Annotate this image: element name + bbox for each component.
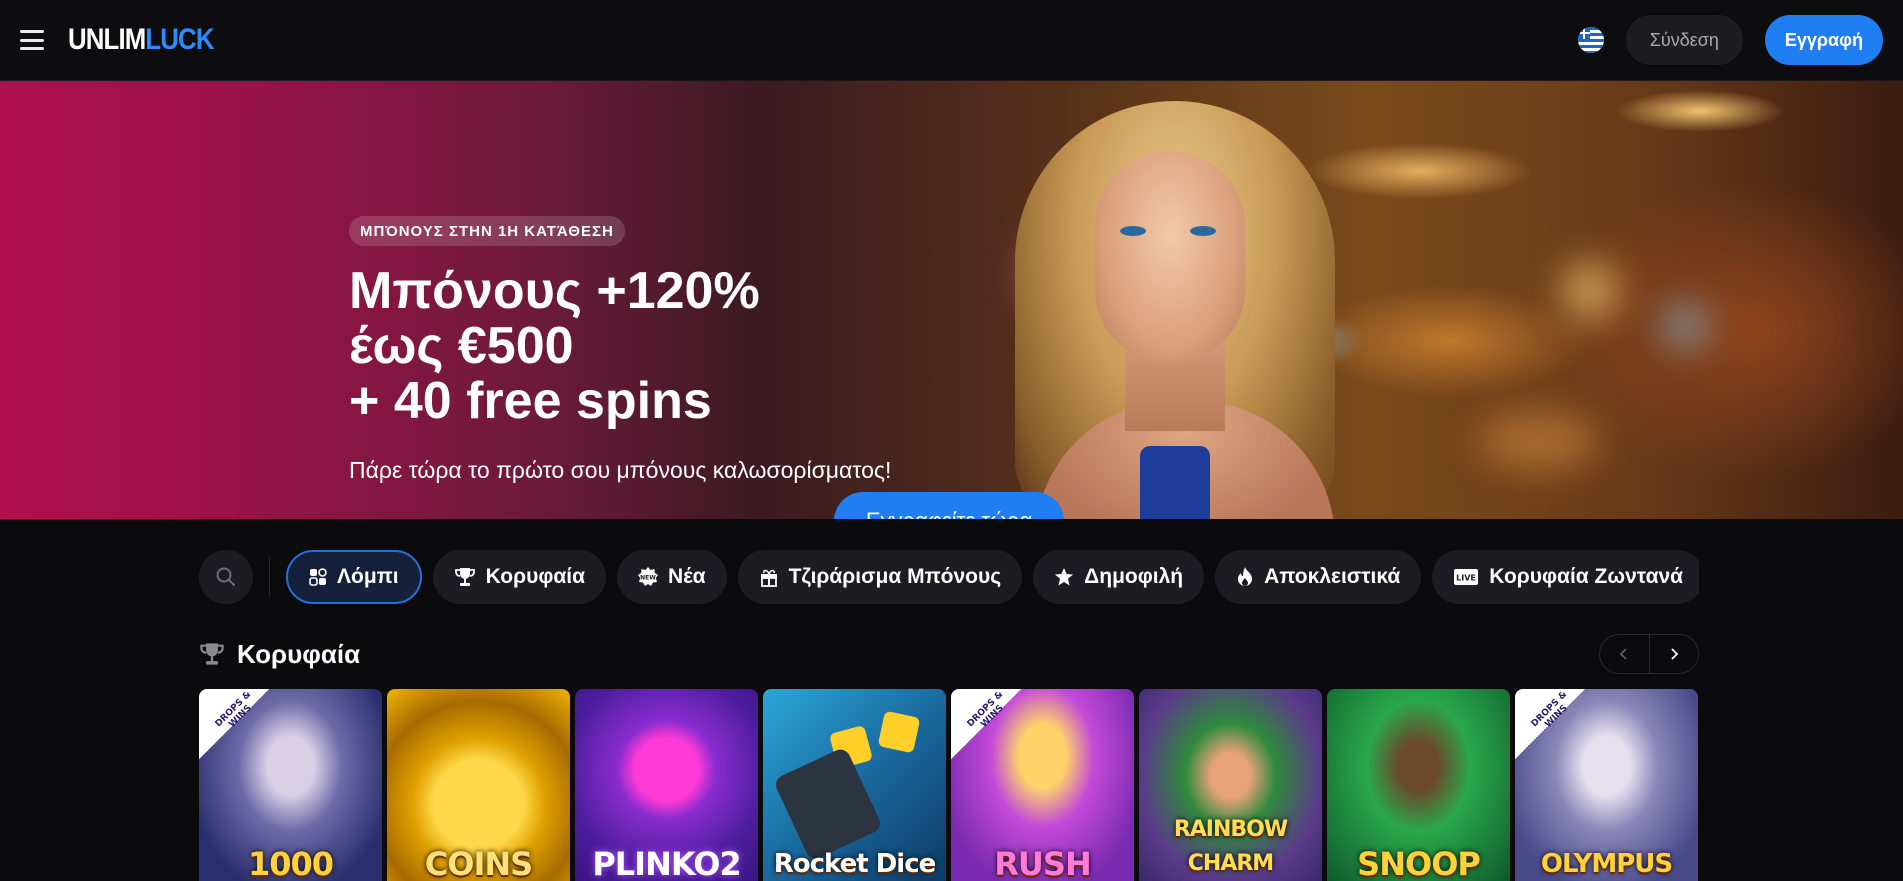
svg-text:NEW: NEW [640,575,656,582]
fire-icon [1236,566,1254,588]
star-icon [1054,567,1074,587]
divider [269,557,270,597]
section-title: Κορυφαία [237,638,361,669]
tab-label: Νέα [668,565,706,588]
search-icon [216,567,235,586]
tab-popular[interactable]: Δημοφιλή [1033,550,1205,604]
drops-wins-ribbon: DROPS & WINS [199,689,269,759]
tab-new[interactable]: NEW Νέα [617,550,727,604]
top-header: UNLIMLUCK Σύνδεση Εγγραφή [0,0,1903,81]
header-actions: Σύνδεση Εγγραφή [1577,15,1883,65]
tab-label: Κορυφαία [485,565,586,588]
svg-text:LIVE: LIVE [1456,574,1476,583]
trophy-icon [454,566,476,588]
games-row: DROPS & WINS 1000 COINS PLINKO2 Rocket D… [199,689,1703,881]
tab-label: Τζιράρισμα Μπόνους [788,565,1002,588]
hero-badge: ΜΠΌΝΟΥΣ ΣΤΗΝ 1Η ΚΑΤΆΘΕΣΗ [349,216,625,246]
hero-title: Μπόνους +120% έως €500 + 40 free spins [349,264,760,429]
tab-lobby[interactable]: Λόμπι [286,550,422,604]
new-badge-icon: NEW [638,567,659,587]
drops-wins-ribbon: DROPS & WINS [951,689,1021,759]
bokeh-light [1660,301,1710,351]
hero-title-line: έως €500 [349,317,574,375]
game-art-text: COINS [424,845,533,881]
category-bar: Λόμπι Κορυφαία NEW Νέα Τζιράρισμα Μπόνου… [199,549,1699,605]
gift-icon [759,567,779,587]
game-art-text: SNOOP [1357,845,1481,881]
live-icon: LIVE [1453,568,1479,586]
tab-top[interactable]: Κορυφαία [432,550,607,604]
game-tile[interactable]: RAINBOW CHARM [1139,689,1322,881]
carousel-prev-button[interactable] [1600,635,1649,673]
game-art-text: Rocket Dice [773,849,937,879]
lobby-icon [309,568,327,586]
tab-label: Αποκλειστικά [1264,565,1401,588]
register-now-button[interactable]: Εγγραφείτε τώρα [834,492,1064,519]
hero-title-line: Μπόνους +120% [349,262,760,320]
game-art-text: OLYMPUS [1540,849,1673,879]
game-art-text: RUSH [994,845,1091,881]
game-tile[interactable]: PLINKO2 [575,689,758,881]
game-art-text: PLINKO2 [592,845,741,881]
game-tile[interactable]: Rocket Dice [763,689,946,881]
carousel-next-button[interactable] [1648,635,1698,673]
chevron-left-icon [1620,648,1628,660]
section-header: Κορυφαία [199,636,360,672]
trophy-icon [200,643,224,665]
tab-label: Δημοφιλή [1084,565,1184,588]
logo-part-blue: LUCK [145,23,214,56]
game-tile[interactable]: DROPS & WINS RUSH [951,689,1134,881]
carousel-nav [1599,634,1699,674]
tab-exclusive[interactable]: Αποκλειστικά [1215,550,1422,604]
game-tile[interactable]: DROPS & WINS 1000 [199,689,382,881]
tab-top-live[interactable]: LIVE Κορυφαία Ζωντανά [1432,550,1699,604]
game-tile[interactable]: SNOOP [1327,689,1510,881]
signup-button[interactable]: Εγγραφή [1764,15,1883,65]
game-art-text: 1000 [247,845,334,881]
hero-banner[interactable]: ΜΠΌΝΟΥΣ ΣΤΗΝ 1Η ΚΑΤΆΘΕΣΗ Μπόνους +120% έ… [0,81,1903,519]
tab-label: Λόμπι [337,565,399,588]
drops-wins-ribbon: DROPS & WINS [1515,689,1585,759]
hero-model-image [975,81,1395,519]
hero-title-line: + 40 free spins [349,372,712,430]
chevron-right-icon [1671,648,1679,660]
search-button[interactable] [199,550,253,604]
bokeh-light [1480,411,1600,471]
game-tile[interactable]: COINS [387,689,570,881]
tab-label: Κορυφαία Ζωντανά [1489,565,1684,588]
site-logo[interactable]: UNLIMLUCK [68,23,214,57]
menu-icon[interactable] [20,30,44,50]
bokeh-light [1560,261,1620,321]
tab-bonus-wagering[interactable]: Τζιράρισμα Μπόνους [737,550,1023,604]
logo-part-white: UNLIM [68,23,146,56]
game-art-text: RAINBOW CHARM [1173,817,1288,876]
game-tile[interactable]: DROPS & WINS OLYMPUS [1515,689,1698,881]
login-button[interactable]: Σύνδεση [1625,15,1743,65]
greek-flag-icon[interactable] [1577,27,1604,53]
hero-subtitle: Πάρε τώρα το πρώτο σου μπόνους καλωσορίσ… [349,457,892,483]
